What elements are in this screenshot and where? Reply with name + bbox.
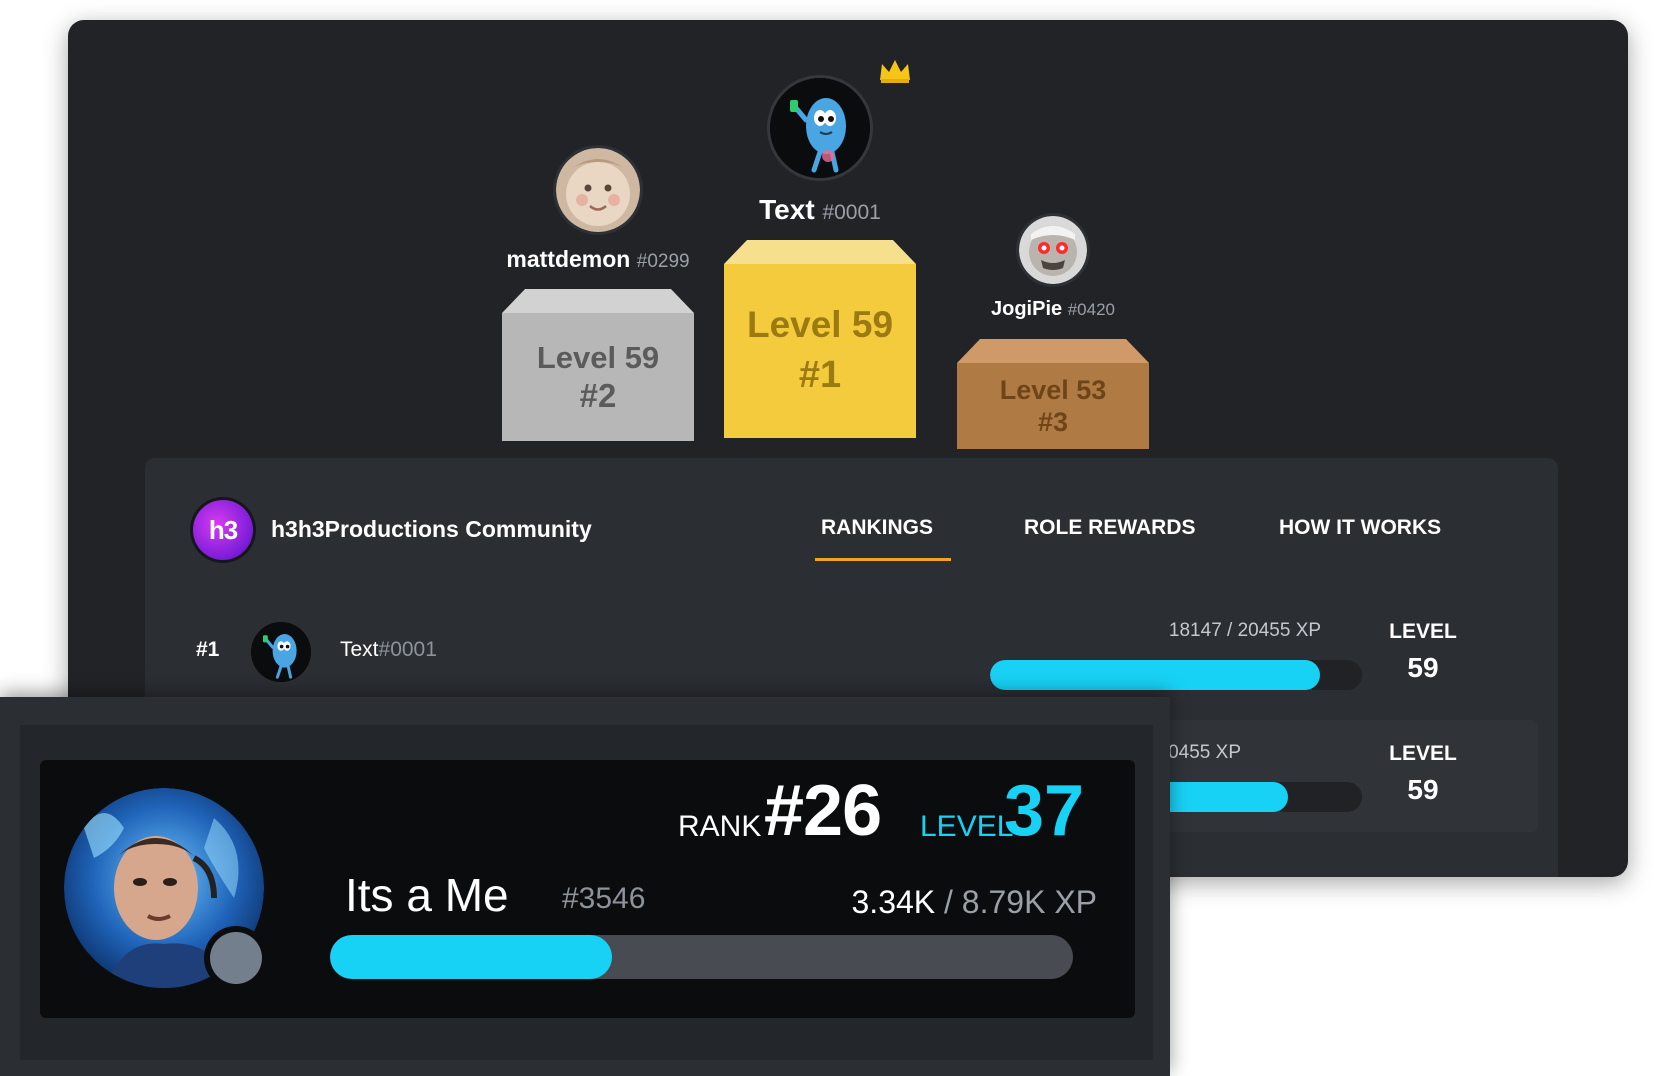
row-xp-fill (990, 660, 1320, 690)
podium-third-discriminator: #0420 (1067, 300, 1115, 319)
podium-first-username[interactable]: Text (759, 194, 815, 225)
podium-second-username[interactable]: mattdemon (506, 246, 630, 272)
tab-role-rewards[interactable]: ROLE REWARDS (1024, 516, 1196, 540)
row-rank: #1 (196, 638, 220, 661)
row-level-value: 59 (1407, 652, 1439, 683)
status-indicator-icon (210, 932, 262, 984)
podium-first: Text #0001 Level 59 #1 (720, 78, 920, 438)
podium-block-bronze: Level 53 #3 (957, 339, 1149, 449)
rank-card-inner: RANK #26 LEVEL 37 Its a Me #3546 3.34K /… (40, 760, 1135, 1018)
rank-label: RANK (678, 810, 762, 843)
podium-third-name[interactable]: JogiPie #0420 (953, 298, 1153, 321)
rank-card-discriminator: #3546 (562, 882, 646, 915)
level-label: LEVEL (920, 810, 1014, 843)
podium-second-rank: #2 (579, 376, 617, 414)
podium-block-silver: Level 59 #2 (502, 289, 694, 441)
podium-first-name[interactable]: Text #0001 (720, 194, 920, 226)
active-tab-indicator (815, 558, 951, 561)
podium-first-rank: #1 (798, 354, 842, 397)
podium-first-level: Level 59 (746, 304, 894, 345)
crown-icon (880, 60, 910, 83)
podium-second-level: Level 59 (536, 339, 660, 375)
laser-eyes-avatar[interactable] (1019, 216, 1087, 284)
level-value: 37 (1004, 771, 1085, 851)
blue-bean-avatar[interactable] (251, 622, 311, 682)
row-xp-text: 18147 / 20455 XP (1168, 620, 1322, 641)
podium-third-username[interactable]: JogiPie (991, 298, 1062, 320)
podium-third-level: Level 53 (999, 374, 1107, 405)
podium-block-gold: Level 59 #1 (724, 240, 916, 438)
podium-first-discriminator: #0001 (822, 201, 881, 224)
tab-rankings[interactable]: RANKINGS (821, 516, 933, 540)
xp-current: 3.34K (851, 884, 936, 920)
row-level-label: LEVEL (1389, 742, 1457, 765)
xp-max: 8.79K XP (961, 884, 1097, 920)
podium-third-rank: #3 (1037, 407, 1069, 437)
row-username[interactable]: Text#0001 (340, 638, 437, 662)
row-level-label: LEVEL (1389, 620, 1457, 643)
rank-card-username: Its a Me (345, 869, 509, 921)
blue-bean-avatar[interactable] (770, 78, 870, 178)
xp-separator: / (944, 884, 953, 920)
podium-second-name[interactable]: mattdemon #0299 (498, 246, 698, 273)
podium-third: JogiPie #0420 Level 53 #3 (953, 216, 1153, 449)
ranking-row[interactable]: #1 Text#0001 18147 / 20455 XP LEVEL 59 (165, 598, 1538, 710)
server-logo-icon[interactable]: h3 (193, 500, 253, 560)
baby-face-avatar[interactable] (556, 148, 640, 232)
tab-how-it-works[interactable]: HOW IT WORKS (1279, 516, 1441, 540)
row-xp-bar (990, 660, 1362, 690)
server-logo-text: h3 (208, 514, 238, 545)
rank-card-xp-bar (330, 935, 1073, 979)
row-level-value: 59 (1407, 774, 1439, 805)
row-discriminator: #0001 (378, 638, 437, 661)
rank-value: #26 (764, 771, 882, 851)
podium-second-discriminator: #0299 (636, 251, 690, 272)
server-name[interactable]: h3h3Productions Community (271, 516, 592, 543)
leaderboard-screenshot: mattdemon #0299 Level 59 #2 Text #0001 L… (0, 0, 1654, 1076)
rank-card-xp-fill (330, 935, 613, 979)
podium-second: mattdemon #0299 Level 59 #2 (498, 148, 698, 441)
rank-card-xp: 3.34K / 8.79K XP (852, 884, 1098, 921)
row-name-text: Text (340, 638, 379, 661)
